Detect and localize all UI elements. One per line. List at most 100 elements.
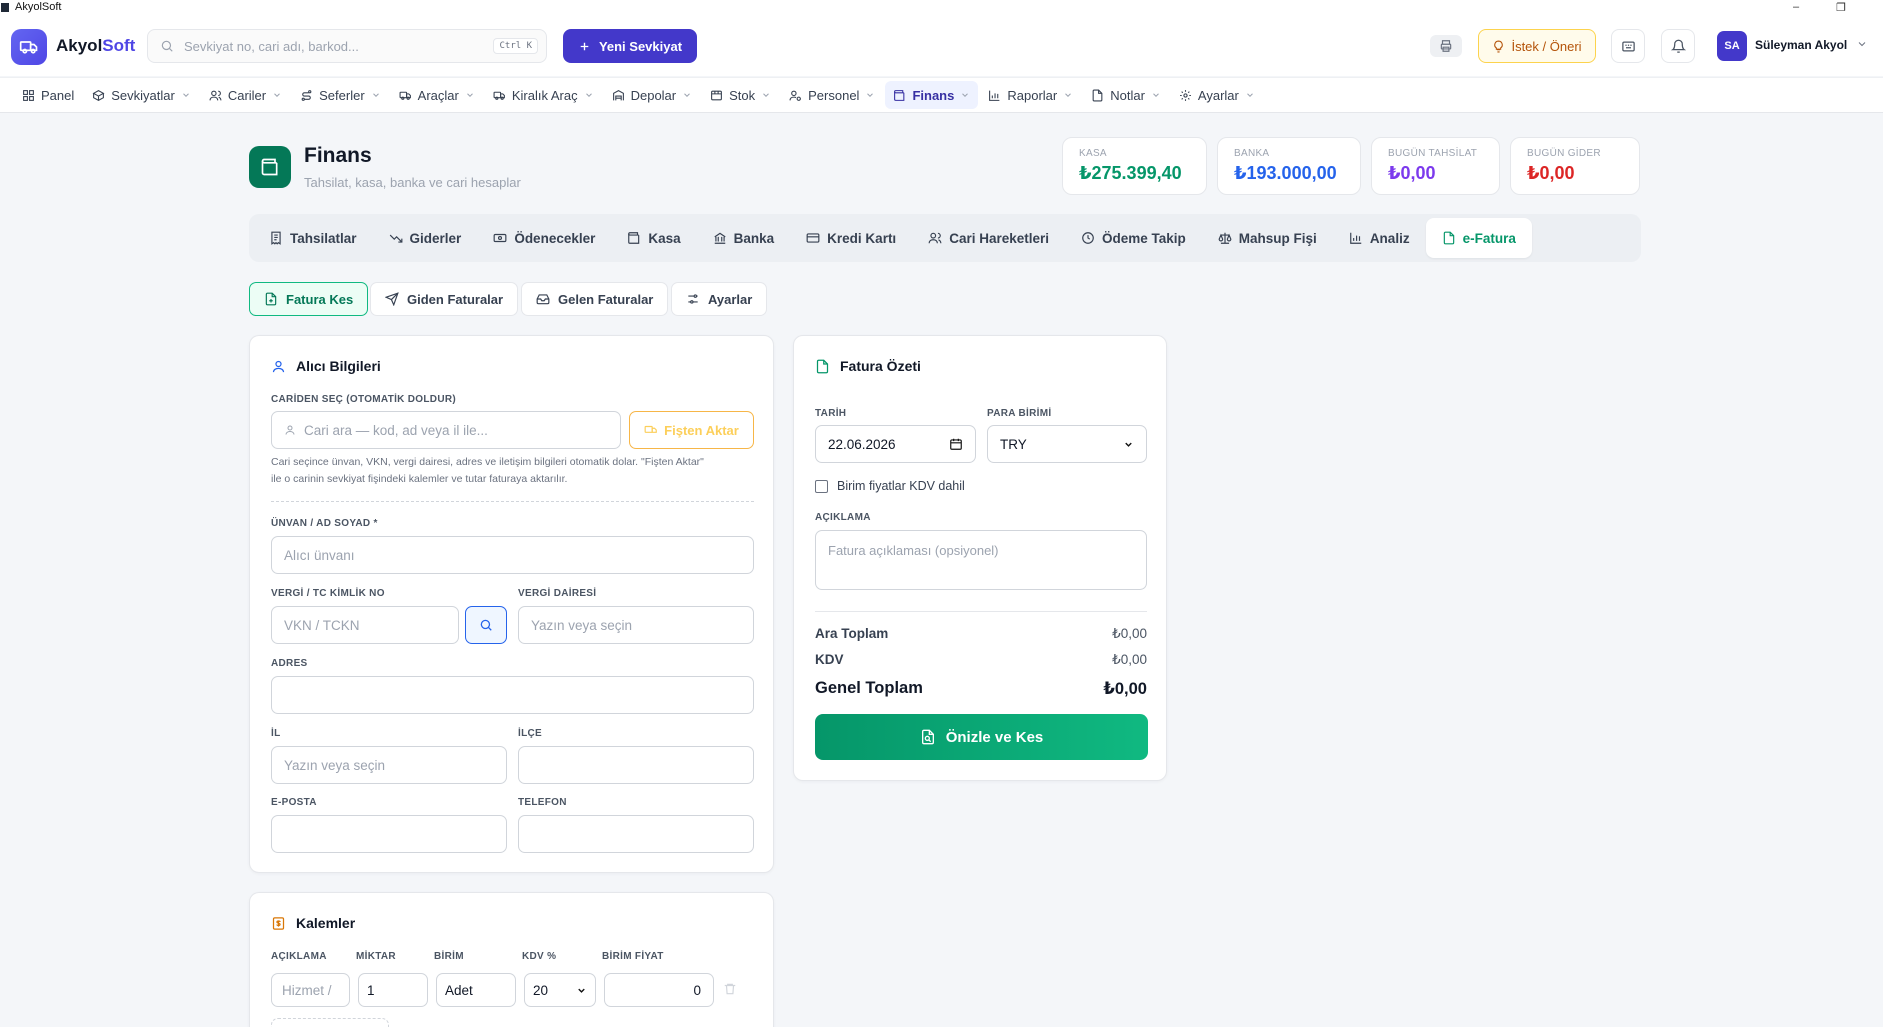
item-quantity-input[interactable]: 1 [358,973,428,1007]
city-input[interactable]: Yazın veya seçin [271,746,507,784]
stat-value: ₺0,00 [1527,163,1575,183]
tab-label: Tahsilatlar [290,230,357,246]
search-placeholder: Sevkiyat no, cari adı, barkod... [184,38,359,54]
subtab-settings[interactable]: Ayarlar [671,282,768,316]
nav-item-raporlar[interactable]: Raporlar [980,81,1081,109]
bank-icon [713,231,727,245]
tab-cari-hareketleri[interactable]: Cari Hareketleri [912,218,1065,258]
brand-name[interactable]: AkyolSoft [56,36,135,56]
tab-ödeme-takip[interactable]: Ödeme Takip [1065,218,1202,258]
email-input[interactable] [271,815,507,853]
items-card-title: Kalemler [271,915,355,931]
minimize-button[interactable]: – [1781,0,1811,14]
customer-search-input[interactable]: Cari ara — kod, ad veya il ile... [271,411,621,449]
tax-office-input[interactable]: Yazın veya seçin [518,606,754,644]
phone-input[interactable] [518,815,754,853]
nav-item-label: Araçlar [417,87,459,103]
currency-select[interactable]: TRY [987,425,1147,463]
vat-included-checkbox-row[interactable]: Birim fiyatlar KDV dahil [815,479,965,493]
suggestion-button[interactable]: İstek / Öneri [1478,29,1596,63]
import-from-slip-button[interactable]: Fişten Aktar [629,411,754,449]
tab-kasa[interactable]: Kasa [611,218,696,258]
nav-item-label: Depolar [630,87,677,103]
item-unit-price-input[interactable]: 0 [604,973,714,1007]
nav-item-araçlar[interactable]: Araçlar [391,81,483,109]
global-search-input[interactable]: Sevkiyat no, cari adı, barkod... Ctrl K [147,29,547,63]
tab-mahsup-fişi[interactable]: Mahsup Fişi [1202,218,1333,258]
vat-included-checkbox[interactable] [815,479,828,493]
search-shortcut-badge: Ctrl K [493,38,538,54]
item-unit-input[interactable]: Adet [436,973,516,1007]
banknote-icon [493,231,507,245]
invoice-description-textarea[interactable]: Fatura açıklaması (opsiyonel) [815,530,1147,590]
item-description-input[interactable]: Hizmet / [271,973,350,1007]
item-vat-select[interactable]: 20 [524,973,596,1007]
nav-item-panel[interactable]: Panel [14,81,82,109]
tax-lookup-button[interactable] [465,606,507,644]
nav-item-label: Raporlar [1007,87,1058,103]
subtab-outgoing-invoices[interactable]: Giden Faturalar [370,282,519,316]
tab-giderler[interactable]: Giderler [373,218,478,258]
nav-item-cariler[interactable]: Cariler [201,81,290,109]
col-unit-price: BİRİM FİYAT [602,951,664,962]
stat-value: ₺275.399,40 [1079,163,1182,183]
nav-item-label: Panel [41,87,75,103]
calendar-icon [949,437,963,451]
tab-label: Analiz [1369,230,1410,246]
recipient-name-input[interactable]: Alıcı ünvanı [271,536,754,574]
nav-item-sevkiyatlar[interactable]: Sevkiyatlar [84,81,199,109]
preview-and-issue-button[interactable]: Önizle ve Kes [815,714,1148,760]
nav-item-finans[interactable]: Finans [885,81,979,109]
tab-e-fatura[interactable]: e-Fatura [1425,218,1532,258]
user-name[interactable]: Süleyman Akyol [1755,38,1847,52]
chevron-down-icon[interactable] [1856,38,1868,50]
tab-tahsilatlar[interactable]: Tahsilatlar [253,218,373,258]
search-icon [160,39,174,53]
warehouse-icon [612,89,625,102]
tax-no-input[interactable]: VKN / TCKN [271,606,459,644]
nav-item-depolar[interactable]: Depolar [604,81,701,109]
tab-kredi-kartı[interactable]: Kredi Kartı [790,218,912,258]
restore-button[interactable]: ❐ [1826,0,1856,14]
new-shipment-button[interactable]: Yeni Sevkiyat [563,29,697,63]
address-input[interactable] [271,676,754,714]
subtab-create-invoice[interactable]: Fatura Kes [249,282,369,316]
tab-label: Kasa [648,230,681,246]
brand-logo-icon[interactable] [11,29,47,65]
select-customer-label: CARİDEN SEÇ (OTOMATİK DOLDUR) [271,394,456,405]
stat-card-bank: BANKA ₺193.000,00 [1217,137,1361,195]
calculator-button[interactable] [1611,29,1645,63]
nav-item-kiralık-araç[interactable]: Kiralık Araç [485,81,602,109]
tab-label: Mahsup Fişi [1238,230,1317,246]
nav-item-seferler[interactable]: Seferler [292,81,389,109]
district-input[interactable] [518,746,754,784]
clock-icon [1081,231,1095,245]
tab-banka[interactable]: Banka [697,218,791,258]
chevron-down-icon [576,985,587,996]
truck-icon [399,89,412,102]
truck-icon [644,423,658,437]
chevron-down-icon [1063,90,1073,100]
invoice-date-input[interactable]: 22.06.2026 [815,425,976,463]
nav-item-label: Notlar [1110,87,1145,103]
bell-icon [1670,39,1686,53]
tab-analiz[interactable]: Analiz [1333,218,1426,258]
user-avatar[interactable]: SA [1717,31,1747,61]
finance-tabs: Tahsilatlar Giderler Ödenecekler Kasa Banka K… [249,214,1641,262]
notifications-button[interactable] [1661,29,1695,63]
nav-item-ayarlar[interactable]: Ayarlar [1171,81,1263,109]
printer-button[interactable] [1430,35,1462,57]
trash-icon[interactable] [723,982,737,996]
nav-item-personel[interactable]: Personel [781,81,883,109]
wallet-icon [627,231,641,245]
box-icon [92,89,105,102]
scale-icon [1218,231,1232,245]
nav-item-stok[interactable]: Stok [702,81,779,109]
subtab-incoming-invoices[interactable]: Gelen Faturalar [521,282,669,316]
file-icon [1091,89,1104,102]
add-item-button[interactable] [271,1018,389,1027]
col-unit: BİRİM [434,951,464,962]
summary-card-title: Fatura Özeti [815,358,921,374]
nav-item-notlar[interactable]: Notlar [1083,81,1169,109]
tab-ödenecekler[interactable]: Ödenecekler [477,218,611,258]
